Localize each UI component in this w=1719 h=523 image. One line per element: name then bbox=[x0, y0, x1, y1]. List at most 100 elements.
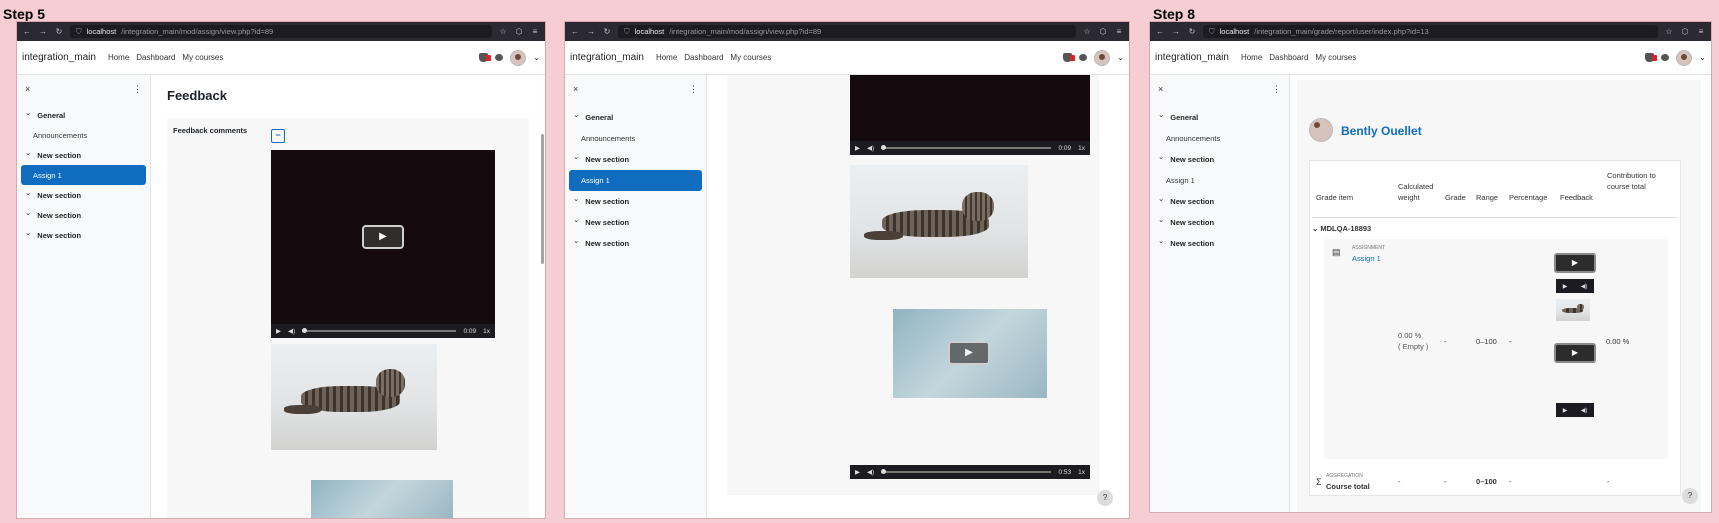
speed-button[interactable]: 1x bbox=[1078, 469, 1085, 476]
volume-icon[interactable]: ◀) bbox=[1581, 407, 1588, 414]
play-icon[interactable]: ▶ bbox=[276, 327, 281, 335]
nav-my-courses[interactable]: My courses bbox=[1315, 53, 1356, 62]
avatar[interactable] bbox=[1676, 49, 1693, 66]
volume-icon[interactable]: ◀) bbox=[288, 327, 295, 335]
nav-home[interactable]: Home bbox=[1241, 53, 1262, 62]
nav-home[interactable]: Home bbox=[656, 53, 677, 62]
speed-button[interactable]: 1x bbox=[1078, 145, 1085, 152]
reload-icon[interactable]: ↻ bbox=[602, 27, 612, 36]
notification-bell-icon[interactable] bbox=[1063, 53, 1076, 62]
drawer-item-assign-1[interactable]: Assign 1 bbox=[21, 165, 146, 185]
address-bar[interactable]: ⛉ localhost/integration_main/grade/report… bbox=[1203, 25, 1658, 38]
volume-icon[interactable]: ◀) bbox=[1581, 283, 1588, 290]
nav-my-courses[interactable]: My courses bbox=[182, 53, 223, 62]
nav-dashboard[interactable]: Dashboard bbox=[136, 53, 175, 62]
drawer-section-general[interactable]: General bbox=[565, 107, 706, 128]
notification-bell-icon[interactable] bbox=[479, 53, 492, 62]
video-controls[interactable]: ▶ ◀) 0:09 1x bbox=[850, 141, 1090, 155]
play-icon[interactable]: ▶ bbox=[1563, 407, 1568, 414]
back-icon[interactable]: ← bbox=[22, 27, 32, 36]
site-brand[interactable]: integration_main bbox=[1155, 52, 1229, 63]
site-brand[interactable]: integration_main bbox=[22, 52, 96, 63]
feedback-video-thumb[interactable]: ▶ bbox=[1554, 253, 1596, 273]
notification-bell-icon[interactable] bbox=[1645, 53, 1658, 62]
messages-icon[interactable] bbox=[1079, 54, 1088, 61]
play-icon[interactable]: ▶ bbox=[855, 144, 860, 152]
forward-icon[interactable]: → bbox=[1171, 27, 1181, 36]
feedback-mini-controls-2[interactable]: ▶ ◀) bbox=[1556, 403, 1594, 417]
feedback-video-thumb-2[interactable]: ▶ bbox=[1554, 343, 1596, 363]
close-icon[interactable]: × bbox=[25, 84, 30, 94]
drawer-section-new-1[interactable]: New section bbox=[565, 149, 706, 170]
close-icon[interactable]: × bbox=[573, 84, 578, 94]
scrollbar[interactable] bbox=[541, 134, 544, 264]
drawer-item-assign-1[interactable]: Assign 1 bbox=[1150, 170, 1289, 191]
extensions-icon[interactable]: ⬡ bbox=[514, 27, 524, 36]
drawer-section-new-4[interactable]: New section bbox=[17, 225, 150, 245]
chevron-down-icon[interactable]: ⌄ bbox=[533, 53, 540, 62]
extensions-icon[interactable]: ⬡ bbox=[1680, 27, 1690, 36]
user-name[interactable]: Bently Ouellet bbox=[1341, 124, 1422, 138]
play-icon[interactable]: ▶ bbox=[855, 468, 860, 476]
messages-icon[interactable] bbox=[495, 54, 504, 61]
reload-icon[interactable]: ↻ bbox=[1187, 27, 1197, 36]
drawer-section-new-2[interactable]: New section bbox=[17, 185, 150, 205]
drawer-section-new-1[interactable]: New section bbox=[17, 145, 150, 165]
play-icon[interactable]: ▶ bbox=[362, 225, 404, 249]
nav-dashboard[interactable]: Dashboard bbox=[1269, 53, 1308, 62]
more-icon[interactable]: ⋮ bbox=[133, 84, 142, 95]
back-icon[interactable]: ← bbox=[1155, 27, 1165, 36]
nav-my-courses[interactable]: My courses bbox=[730, 53, 771, 62]
drawer-section-new-2[interactable]: New section bbox=[1150, 191, 1289, 212]
more-icon[interactable]: ⋮ bbox=[1272, 84, 1281, 95]
bookmark-star-icon[interactable]: ☆ bbox=[498, 27, 508, 36]
drawer-item-announcements[interactable]: Announcements bbox=[17, 125, 150, 145]
seek-bar[interactable] bbox=[881, 469, 1052, 474]
play-icon[interactable]: ▶ bbox=[1563, 283, 1568, 290]
speed-button[interactable]: 1x bbox=[483, 328, 490, 335]
bookmark-star-icon[interactable]: ☆ bbox=[1664, 27, 1674, 36]
drawer-item-announcements[interactable]: Announcements bbox=[565, 128, 706, 149]
avatar[interactable] bbox=[1094, 49, 1111, 66]
reload-icon[interactable]: ↻ bbox=[54, 27, 64, 36]
chevron-down-icon[interactable]: ⌄ bbox=[1117, 53, 1124, 62]
feedback-mini-controls[interactable]: ▶ ◀) bbox=[1556, 279, 1594, 293]
forward-icon[interactable]: → bbox=[586, 27, 596, 36]
menu-icon[interactable]: ≡ bbox=[530, 27, 540, 36]
extensions-icon[interactable]: ⬡ bbox=[1098, 27, 1108, 36]
help-button[interactable]: ? bbox=[1682, 488, 1698, 504]
drawer-item-assign-1[interactable]: Assign 1 bbox=[569, 170, 702, 191]
feedback-video[interactable]: ▶ bbox=[271, 150, 495, 324]
drawer-section-new-4[interactable]: New section bbox=[565, 233, 706, 254]
lab-video[interactable]: ▶ bbox=[893, 309, 1047, 398]
drawer-section-new-3[interactable]: New section bbox=[1150, 212, 1289, 233]
back-icon[interactable]: ← bbox=[570, 27, 580, 36]
nav-home[interactable]: Home bbox=[108, 53, 129, 62]
lab-video-thumbnail[interactable] bbox=[311, 480, 453, 518]
avatar[interactable] bbox=[510, 49, 527, 66]
nav-dashboard[interactable]: Dashboard bbox=[684, 53, 723, 62]
volume-icon[interactable]: ◀) bbox=[867, 468, 874, 476]
help-button[interactable]: ? bbox=[1097, 490, 1113, 506]
drawer-section-new-3[interactable]: New section bbox=[17, 205, 150, 225]
seek-bar[interactable] bbox=[302, 328, 457, 333]
drawer-section-general[interactable]: General bbox=[1150, 107, 1289, 128]
bookmark-star-icon[interactable]: ☆ bbox=[1082, 27, 1092, 36]
play-icon[interactable]: ▶ bbox=[948, 341, 990, 365]
address-bar[interactable]: ⛉ localhost/integration_main/mod/assign/v… bbox=[70, 25, 492, 38]
video-controls-2[interactable]: ▶ ◀) 0:53 1x bbox=[850, 465, 1090, 479]
menu-icon[interactable]: ≡ bbox=[1696, 27, 1706, 36]
drawer-section-general[interactable]: General bbox=[17, 105, 150, 125]
drawer-section-new-1[interactable]: New section bbox=[1150, 149, 1289, 170]
feedback-video[interactable] bbox=[850, 75, 1090, 141]
messages-icon[interactable] bbox=[1661, 54, 1670, 61]
category-row[interactable]: ⌄ MDLQA-18893 bbox=[1312, 217, 1678, 233]
collapse-icon[interactable]: − bbox=[271, 129, 285, 143]
menu-icon[interactable]: ≡ bbox=[1114, 27, 1124, 36]
site-brand[interactable]: integration_main bbox=[570, 52, 644, 63]
drawer-section-new-2[interactable]: New section bbox=[565, 191, 706, 212]
close-icon[interactable]: × bbox=[1158, 84, 1163, 94]
more-icon[interactable]: ⋮ bbox=[689, 84, 698, 95]
drawer-item-announcements[interactable]: Announcements bbox=[1150, 128, 1289, 149]
address-bar[interactable]: ⛉ localhost/integration_main/mod/assign/v… bbox=[618, 25, 1076, 38]
